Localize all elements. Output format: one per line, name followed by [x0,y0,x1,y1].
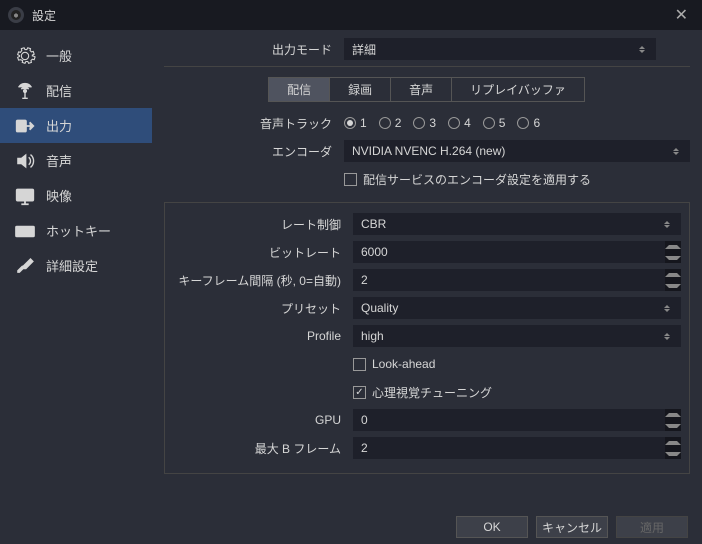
obs-logo-icon [8,7,24,23]
keyboard-icon [14,220,36,242]
sidebar-item-audio[interactable]: 音声 [0,143,152,178]
track-radio-5[interactable]: 5 [483,116,506,130]
antenna-icon [14,80,36,102]
cancel-button[interactable]: キャンセル [536,516,608,538]
spin-up-icon[interactable] [665,437,681,448]
profile-select[interactable]: high [353,325,681,347]
rate-control-select[interactable]: CBR [353,213,681,235]
window-title: 設定 [32,7,56,24]
tab-record[interactable]: 録画 [329,77,391,102]
spin-up-icon[interactable] [665,241,681,252]
output-arrow-icon [14,115,36,137]
track-radio-6[interactable]: 6 [517,116,540,130]
spin-down-icon[interactable] [665,420,681,431]
bitrate-label: ビットレート [173,244,353,261]
speaker-icon [14,150,36,172]
gpu-input[interactable] [353,409,681,431]
apply-button[interactable]: 適用 [616,516,688,538]
encoder-settings-panel: レート制御 CBR ビットレート キーフレーム間隔 (秒, 0=自動) プリセッ… [164,202,690,474]
encoder-select[interactable]: NVIDIA NVENC H.264 (new) [344,140,690,162]
sidebar-item-general[interactable]: 一般 [0,38,152,73]
close-icon[interactable]: ✕ [669,3,694,27]
spin-up-icon[interactable] [665,409,681,420]
track-radio-2[interactable]: 2 [379,116,402,130]
output-mode-select[interactable]: 詳細 [344,38,656,60]
sidebar-item-advanced[interactable]: 詳細設定 [0,248,152,283]
sidebar-item-label: 映像 [46,186,72,205]
bframes-label: 最大 B フレーム [173,440,353,457]
preset-select[interactable]: Quality [353,297,681,319]
track-radio-4[interactable]: 4 [448,116,471,130]
tab-audio[interactable]: 音声 [390,77,452,102]
sidebar-item-label: 一般 [46,46,72,65]
profile-label: Profile [173,329,353,343]
keyframe-input[interactable] [353,269,681,291]
sidebar-item-label: 配信 [46,81,72,100]
tools-icon [14,255,36,277]
sidebar: 一般 配信 出力 音声 映像 ホットキー 詳細設定 [0,30,152,510]
footer: OK キャンセル 適用 [0,510,702,544]
track-radio-3[interactable]: 3 [413,116,436,130]
sidebar-item-stream[interactable]: 配信 [0,73,152,108]
sidebar-item-label: 音声 [46,151,72,170]
spin-down-icon[interactable] [665,280,681,291]
track-radio-1[interactable]: 1 [344,116,367,130]
enforce-service-check[interactable]: 配信サービスのエンコーダ設定を適用する [344,171,591,188]
bframes-input[interactable] [353,437,681,459]
sidebar-item-video[interactable]: 映像 [0,178,152,213]
monitor-icon [14,185,36,207]
spin-up-icon[interactable] [665,269,681,280]
sidebar-item-label: 出力 [46,116,72,135]
gpu-label: GPU [173,413,353,427]
tab-replay[interactable]: リプレイバッファ [451,77,585,102]
psycho-visual-check[interactable]: 心理視覚チューニング [353,384,492,401]
audio-track-label: 音声トラック [164,115,344,132]
keyframe-label: キーフレーム間隔 (秒, 0=自動) [173,272,353,289]
preset-label: プリセット [173,300,353,317]
ok-button[interactable]: OK [456,516,528,538]
tab-stream[interactable]: 配信 [268,77,330,102]
sidebar-item-output[interactable]: 出力 [0,108,152,143]
spin-down-icon[interactable] [665,448,681,459]
encoder-label: エンコーダ [164,143,344,160]
main-panel: 出力モード 詳細 配信 録画 音声 リプレイバッファ 音声トラック 1 2 3 … [152,30,702,510]
divider [164,66,690,67]
output-mode-label: 出力モード [164,41,344,58]
spin-down-icon[interactable] [665,252,681,263]
sidebar-item-label: ホットキー [46,221,111,240]
output-tabs: 配信 録画 音声 リプレイバッファ [164,77,690,102]
bitrate-input[interactable] [353,241,681,263]
sidebar-item-label: 詳細設定 [46,256,98,275]
rate-control-label: レート制御 [173,216,353,233]
sidebar-item-hotkeys[interactable]: ホットキー [0,213,152,248]
gear-icon [14,45,36,67]
titlebar: 設定 ✕ [0,0,702,30]
lookahead-check[interactable]: Look-ahead [353,357,435,371]
